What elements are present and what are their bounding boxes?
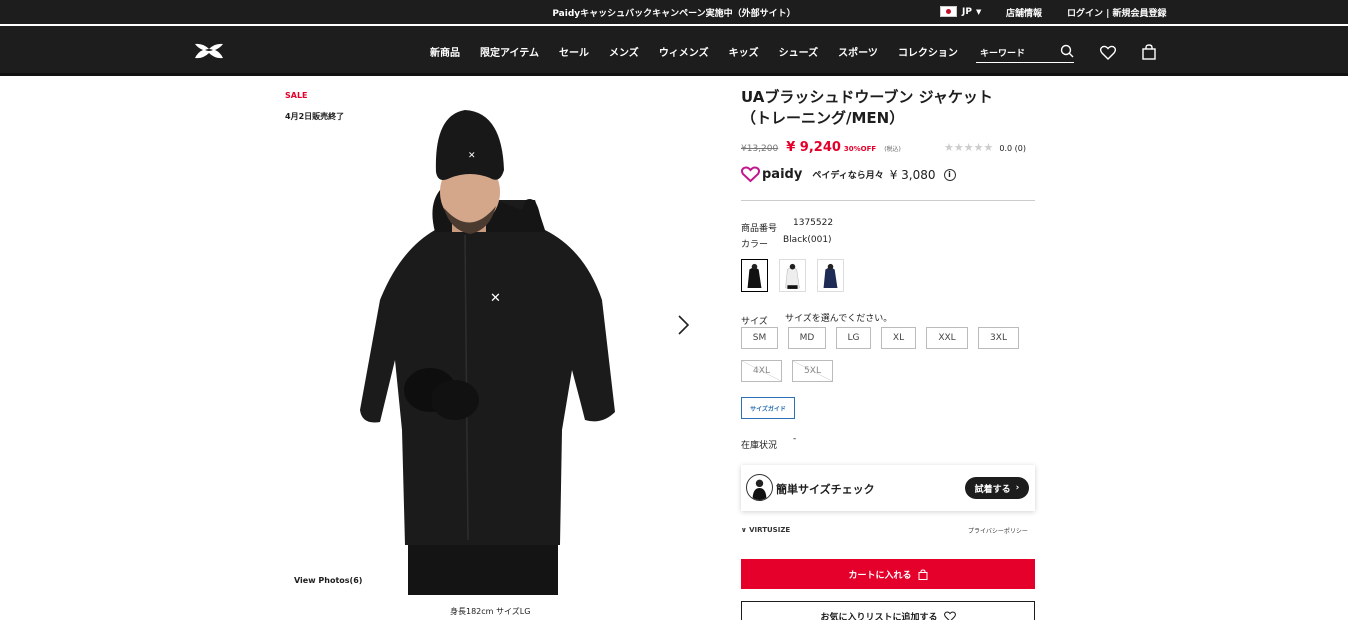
search-box	[976, 41, 1074, 64]
try-on-label: 試着する	[974, 484, 1011, 495]
add-to-cart-label: カートに入れる	[848, 570, 912, 581]
color-label: カラー	[741, 240, 769, 250]
wishlist-heart-icon[interactable]	[1100, 45, 1116, 60]
stock-value: -	[793, 434, 797, 444]
svg-text:✕: ✕	[468, 151, 476, 161]
model-caption: 身長182cm サイズLG	[450, 607, 531, 616]
product-photo[interactable]: ✕ ✕	[340, 100, 640, 595]
star-icon: ★	[973, 141, 984, 154]
item-number-label: 商品番号	[741, 224, 778, 234]
star-icon: ★	[983, 141, 994, 154]
size-button-lg[interactable]: LG	[836, 327, 871, 349]
chevron-right-icon[interactable]	[676, 314, 690, 336]
star-icon: ★	[944, 141, 954, 154]
search-input[interactable]	[976, 44, 1054, 64]
cart-bag-icon	[918, 568, 927, 580]
size-button-sm[interactable]: SM	[741, 327, 778, 349]
sale-end-date: 4月2日販売終了	[285, 112, 345, 121]
nav-item-sports[interactable]: スポーツ	[838, 44, 878, 59]
paidy-amount: ¥ 3,080	[889, 167, 936, 182]
category-menu: 新商品 限定アイテム セール メンズ ウィメンズ キッズ シューズ スポーツ コ…	[430, 44, 978, 59]
svg-text:✕: ✕	[490, 291, 501, 306]
virtusize-title: 簡単サイズチェック	[776, 483, 875, 496]
size-guide-button[interactable]: サイズガイド	[741, 397, 795, 419]
nav-item-womens[interactable]: ウィメンズ	[659, 44, 709, 59]
swatch-white[interactable]	[779, 259, 806, 292]
under-armour-logo-icon[interactable]	[193, 42, 225, 60]
product-title-line-2: （トレーニング/MEN）	[741, 109, 905, 127]
info-icon[interactable]: i	[943, 168, 956, 181]
nav-item-new[interactable]: 新商品	[430, 44, 460, 59]
paidy-brand: paidy	[762, 167, 803, 182]
nav-item-limited[interactable]: 限定アイテム	[480, 44, 539, 59]
nav-item-sale[interactable]: セール	[559, 44, 589, 59]
discount-badge: 30%OFF	[843, 145, 877, 153]
original-price: ¥13,200	[741, 144, 779, 154]
try-on-button[interactable]: 試着する ›	[965, 477, 1029, 499]
heart-icon	[943, 611, 956, 620]
view-photos-link[interactable]: View Photos(6)	[294, 576, 362, 585]
virtusize-brand-label: VIRTUSIZE	[749, 526, 791, 534]
nav-item-collection[interactable]: コレクション	[898, 44, 958, 59]
sale-price: ¥ 9,240	[786, 140, 841, 155]
paidy-logo-icon	[741, 166, 760, 183]
size-button-4xl[interactable]: 4XL	[741, 360, 782, 382]
rating-count: 0.0 (0)	[999, 143, 1026, 153]
product-title-line-1: UAブラッシュドウーブン ジャケット	[741, 88, 993, 106]
nav-item-shoes[interactable]: シューズ	[779, 44, 819, 59]
privacy-policy-link[interactable]: プライバシーポリシー	[968, 526, 1028, 535]
add-to-wishlist-button[interactable]: お気に入りリストに追加する	[741, 601, 1035, 620]
size-button-xl[interactable]: XL	[881, 327, 916, 349]
model-avatar	[746, 474, 773, 501]
swatch-navy[interactable]	[817, 259, 844, 292]
nav-item-mens[interactable]: メンズ	[609, 44, 639, 59]
nav-item-kids[interactable]: キッズ	[729, 44, 759, 59]
star-icon: ★	[963, 141, 974, 154]
virtusize-brand: ∨ VIRTUSIZE	[741, 526, 790, 534]
paidy-text: ペイディなら月々	[812, 171, 884, 181]
stock-label: 在庫状況	[741, 441, 778, 451]
chevron-down-icon: ▼	[975, 7, 982, 16]
size-button-md[interactable]: MD	[788, 327, 826, 349]
paidy-installment: paidy ペイディなら月々 ¥ 3,080 i	[741, 166, 956, 183]
store-info-link[interactable]: 店舗情報	[1006, 6, 1042, 19]
japan-flag-icon	[940, 6, 957, 17]
virtusize-widget: 簡単サイズチェック 試着する ›	[741, 465, 1035, 511]
color-value: Black(001)	[783, 235, 832, 245]
price-block: ¥13,200 ¥ 9,240 30%OFF (税込)	[741, 140, 901, 155]
locale-label: JP	[962, 6, 972, 17]
divider	[741, 200, 1035, 201]
size-button-3xl[interactable]: 3XL	[978, 327, 1019, 349]
login-register-link[interactable]: ログイン | 新規会員登録	[1067, 6, 1167, 19]
size-label: サイズ	[741, 317, 768, 327]
cart-bag-icon[interactable]	[1142, 44, 1156, 60]
search-icon[interactable]	[1060, 44, 1074, 58]
stock-status: 在庫状況 -	[741, 434, 796, 451]
size-button-xxl[interactable]: XXL	[926, 327, 968, 349]
promo-bar: Paidyキャッシュバックキャンペーン実施中（外部サイト） JP ▼ 店舗情報 …	[0, 0, 1348, 24]
item-number: 1375522	[793, 218, 834, 228]
chevron-right-icon: ›	[1015, 483, 1020, 493]
add-to-cart-button[interactable]: カートに入れる	[741, 559, 1035, 589]
locale-selector[interactable]: JP ▼	[940, 6, 981, 17]
size-prompt: サイズを選んでください。	[785, 314, 893, 324]
sale-badge: SALE	[285, 91, 308, 100]
size-button-5xl[interactable]: 5XL	[792, 360, 833, 382]
rating[interactable]: ★ ★ ★ ★ ★ 0.0 (0)	[944, 142, 1026, 154]
tax-note: (税込)	[884, 146, 901, 153]
virtusize-v-icon: ∨	[741, 526, 747, 534]
star-icon: ★	[953, 141, 964, 154]
add-to-wishlist-label: お気に入りリストに追加する	[820, 612, 938, 620]
product-title: UAブラッシュドウーブン ジャケット （トレーニング/MEN）	[741, 87, 1041, 129]
main-header: 新商品 限定アイテム セール メンズ ウィメンズ キッズ シューズ スポーツ コ…	[0, 26, 1348, 76]
swatch-black[interactable]	[741, 259, 768, 292]
